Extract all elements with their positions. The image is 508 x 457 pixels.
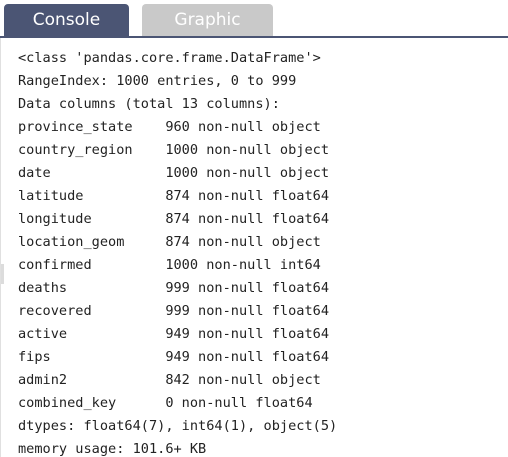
- console-line: location_geom 874 non-null object: [18, 234, 321, 250]
- console-output: <class 'pandas.core.frame.DataFrame'> Ra…: [18, 47, 337, 457]
- tab-graphic[interactable]: Graphic: [142, 4, 273, 37]
- console-line: province_state 960 non-null object: [18, 119, 321, 135]
- console-line: combined_key 0 non-null float64: [18, 395, 313, 411]
- console-line: admin2 842 non-null object: [18, 372, 321, 388]
- console-line: fips 949 non-null float64: [18, 349, 329, 365]
- console-line: <class 'pandas.core.frame.DataFrame'>: [18, 50, 321, 66]
- console-line: deaths 999 non-null float64: [18, 280, 329, 296]
- console-line: RangeIndex: 1000 entries, 0 to 999: [18, 73, 297, 89]
- console-line: confirmed 1000 non-null int64: [18, 257, 321, 273]
- console-line: dtypes: float64(7), int64(1), object(5): [18, 418, 338, 434]
- console-line: active 949 non-null float64: [18, 326, 329, 342]
- tab-bar: Console Graphic: [0, 0, 508, 38]
- tab-console[interactable]: Console: [4, 4, 129, 37]
- console-line: latitude 874 non-null float64: [18, 188, 329, 204]
- console-line: longitude 874 non-null float64: [18, 211, 329, 227]
- console-line: country_region 1000 non-null object: [18, 142, 329, 158]
- console-line: Data columns (total 13 columns):: [18, 96, 280, 112]
- resize-handle[interactable]: [1, 264, 4, 284]
- console-line: memory usage: 101.6+ KB: [18, 441, 207, 457]
- console-line: recovered 999 non-null float64: [18, 303, 329, 319]
- console-panel[interactable]: <class 'pandas.core.frame.DataFrame'> Ra…: [0, 38, 508, 457]
- console-line: date 1000 non-null object: [18, 165, 329, 181]
